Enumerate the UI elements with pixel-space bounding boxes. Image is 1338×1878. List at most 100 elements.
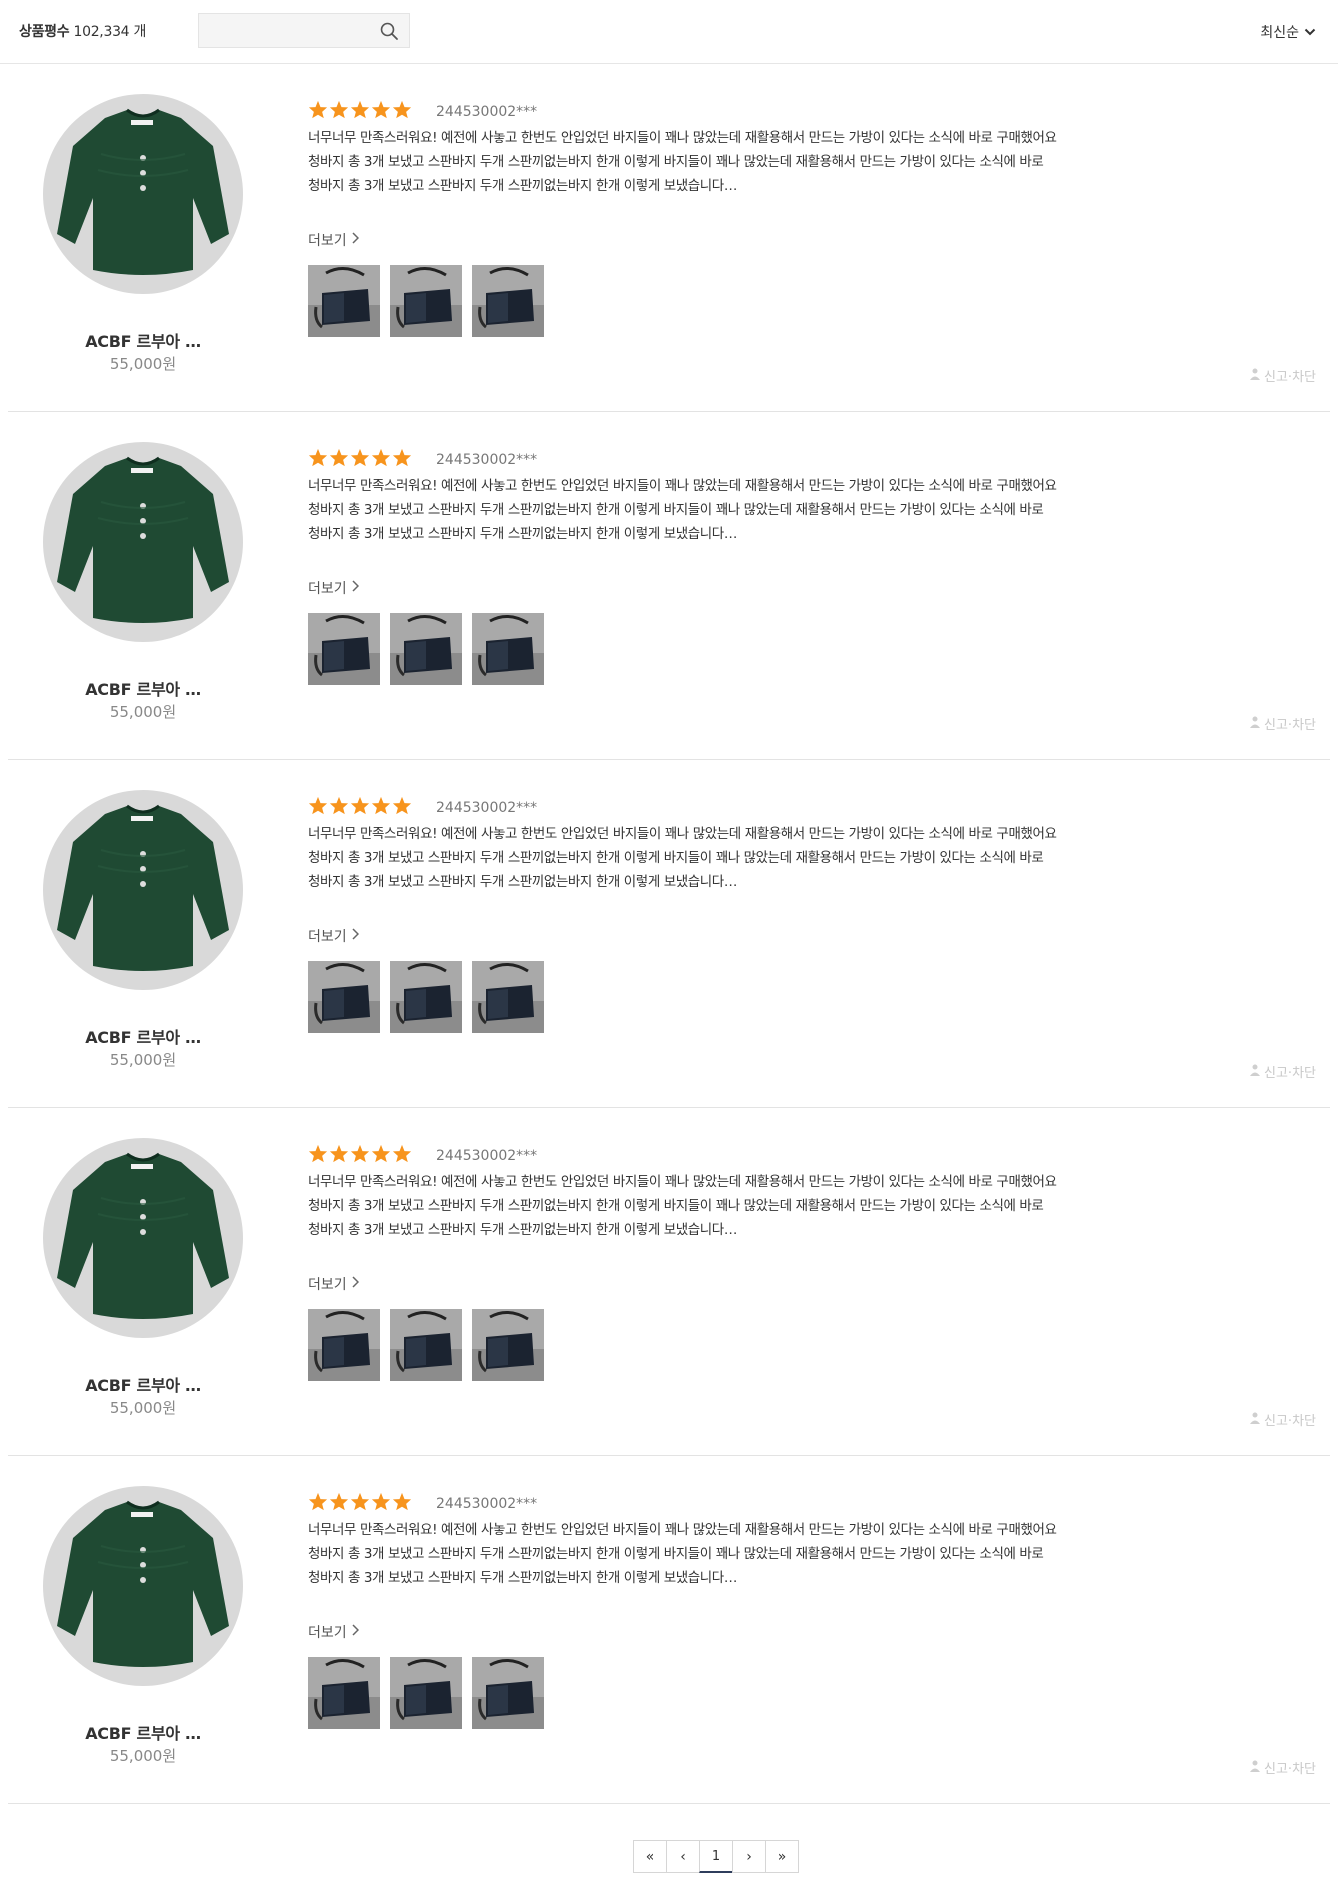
more-button[interactable]: 더보기 (308, 578, 359, 598)
more-button[interactable]: 더보기 (308, 1622, 359, 1642)
review-photo[interactable] (472, 613, 544, 685)
review-text: 너무너무 만족스러워요! 예전에 사놓고 한번도 안입었던 바지들이 꽤나 많았… (308, 1170, 1168, 1242)
review-text: 너무너무 만족스러워요! 예전에 사놓고 한번도 안입었던 바지들이 꽤나 많았… (308, 822, 1168, 894)
review-photo[interactable] (390, 961, 462, 1033)
review-text-line: 너무너무 만족스러워요! 예전에 사놓고 한번도 안입었던 바지들이 꽤나 많았… (308, 478, 1057, 494)
star-rating (308, 1492, 412, 1515)
product-name[interactable]: ACBF 르부아 … (8, 1720, 278, 1744)
product-name[interactable]: ACBF 르부아 … (8, 1372, 278, 1396)
more-button[interactable]: 더보기 (308, 926, 359, 946)
review-count-unit: 개 (133, 24, 147, 40)
report-block-button[interactable]: 신고·차단 (1250, 714, 1316, 733)
review-text-line: 너무너무 만족스러워요! 예전에 사놓고 한번도 안입었던 바지들이 꽤나 많았… (308, 1522, 1057, 1538)
report-block-button[interactable]: 신고·차단 (1250, 1410, 1316, 1429)
search-icon[interactable] (379, 21, 399, 41)
review-photo[interactable] (390, 613, 462, 685)
review-photo[interactable] (390, 1309, 462, 1381)
star-icon (392, 796, 412, 819)
review-count-value: 102,334 (73, 24, 130, 40)
product-summary[interactable]: ACBF 르부아 … 55,000원 (8, 1108, 278, 1456)
first-page-button[interactable]: « (633, 1840, 667, 1873)
sort-dropdown[interactable]: 최신순 (1260, 22, 1316, 42)
product-summary[interactable]: ACBF 르부아 … 55,000원 (8, 760, 278, 1108)
review-photos (308, 1657, 544, 1729)
review-text-line: 청바지 총 3개 보냈고 스판바지 두개 스판끼없는바지 한개 이렇게 바지들이… (308, 1198, 1044, 1214)
review-photo[interactable] (308, 613, 380, 685)
review-photo[interactable] (472, 961, 544, 1033)
review-photo[interactable] (308, 961, 380, 1033)
review-photo[interactable] (472, 265, 544, 337)
rating-row: 244530002*** (308, 796, 537, 819)
next-page-button[interactable]: › (732, 1840, 766, 1873)
rating-row: 244530002*** (308, 1144, 537, 1167)
star-icon (371, 796, 391, 819)
more-button[interactable]: 더보기 (308, 1274, 359, 1294)
rating-row: 244530002*** (308, 100, 537, 123)
product-name[interactable]: ACBF 르부아 … (8, 1024, 278, 1048)
review-photo[interactable] (390, 1657, 462, 1729)
user-icon (1250, 1760, 1261, 1776)
review-item: ACBF 르부아 … 55,000원 244530002*** 너무너무 만족스러워요… (8, 1456, 1330, 1804)
product-price: 55,000원 (109, 1399, 177, 1417)
report-label: 신고·차단 (1264, 370, 1316, 385)
star-icon (392, 448, 412, 471)
report-label: 신고·차단 (1264, 718, 1316, 733)
product-image[interactable] (43, 790, 243, 990)
more-label: 더보기 (308, 233, 347, 249)
user-icon (1250, 1064, 1261, 1080)
chevron-right-icon (352, 1624, 359, 1640)
star-icon (329, 796, 349, 819)
product-image[interactable] (43, 94, 243, 294)
report-block-button[interactable]: 신고·차단 (1250, 1758, 1316, 1777)
chevron-down-icon (1304, 24, 1316, 40)
review-photo[interactable] (308, 1309, 380, 1381)
more-label: 더보기 (308, 581, 347, 597)
product-summary[interactable]: ACBF 르부아 … 55,000원 (8, 412, 278, 760)
review-photo[interactable] (308, 1657, 380, 1729)
review-photo[interactable] (308, 265, 380, 337)
review-item: ACBF 르부아 … 55,000원 244530002*** 너무너무 만족스러워요… (8, 412, 1330, 760)
user-icon (1250, 1412, 1261, 1428)
star-icon (308, 100, 328, 123)
reviewer-id: 244530002*** (436, 1147, 538, 1164)
review-photo[interactable] (390, 265, 462, 337)
review-count: 상품평수 102,334 개 (19, 21, 146, 41)
more-label: 더보기 (308, 1625, 347, 1641)
review-text: 너무너무 만족스러워요! 예전에 사놓고 한번도 안입었던 바지들이 꽤나 많았… (308, 1518, 1168, 1590)
product-price: 55,000원 (109, 355, 177, 373)
review-photo[interactable] (472, 1309, 544, 1381)
product-name[interactable]: ACBF 르부아 … (8, 328, 278, 352)
more-button[interactable]: 더보기 (308, 230, 359, 250)
review-text-line: 청바지 총 3개 보냈고 스판바지 두개 스판끼없는바지 한개 이렇게 바지들이… (308, 1546, 1044, 1562)
review-text: 너무너무 만족스러워요! 예전에 사놓고 한번도 안입었던 바지들이 꽤나 많았… (308, 126, 1168, 198)
pagination: « ‹ 1 › » (633, 1840, 799, 1873)
more-label: 더보기 (308, 929, 347, 945)
star-icon (350, 796, 370, 819)
product-name[interactable]: ACBF 르부아 … (8, 676, 278, 700)
review-photo[interactable] (472, 1657, 544, 1729)
product-summary[interactable]: ACBF 르부아 … 55,000원 (8, 64, 278, 412)
product-summary[interactable]: ACBF 르부아 … 55,000원 (8, 1456, 278, 1804)
chevron-right-icon (352, 580, 359, 596)
star-icon (371, 100, 391, 123)
last-page-button[interactable]: » (765, 1840, 799, 1873)
report-label: 신고·차단 (1264, 1762, 1316, 1777)
review-text-line: 너무너무 만족스러워요! 예전에 사놓고 한번도 안입었던 바지들이 꽤나 많았… (308, 1174, 1057, 1190)
chevron-right-icon (352, 232, 359, 248)
prev-page-button[interactable]: ‹ (666, 1840, 700, 1873)
sort-label: 최신순 (1260, 25, 1299, 41)
page-1-button[interactable]: 1 (699, 1840, 733, 1873)
product-image[interactable] (43, 1486, 243, 1686)
review-search-input[interactable] (199, 14, 369, 47)
review-text-line: 청바지 총 3개 보냈고 스판바지 두개 스판끼없는바지 한개 이렇게 보냈습니… (308, 1570, 737, 1586)
product-image[interactable] (43, 442, 243, 642)
review-text-line: 청바지 총 3개 보냈고 스판바지 두개 스판끼없는바지 한개 이렇게 보냈습니… (308, 178, 737, 194)
report-block-button[interactable]: 신고·차단 (1250, 366, 1316, 385)
product-image[interactable] (43, 1138, 243, 1338)
review-photos (308, 613, 544, 685)
review-text-line: 청바지 총 3개 보냈고 스판바지 두개 스판끼없는바지 한개 이렇게 바지들이… (308, 154, 1044, 170)
report-block-button[interactable]: 신고·차단 (1250, 1062, 1316, 1081)
star-icon (371, 1492, 391, 1515)
review-text-line: 청바지 총 3개 보냈고 스판바지 두개 스판끼없는바지 한개 이렇게 보냈습니… (308, 874, 737, 890)
review-toolbar: 상품평수 102,334 개 최신순 (0, 0, 1338, 64)
